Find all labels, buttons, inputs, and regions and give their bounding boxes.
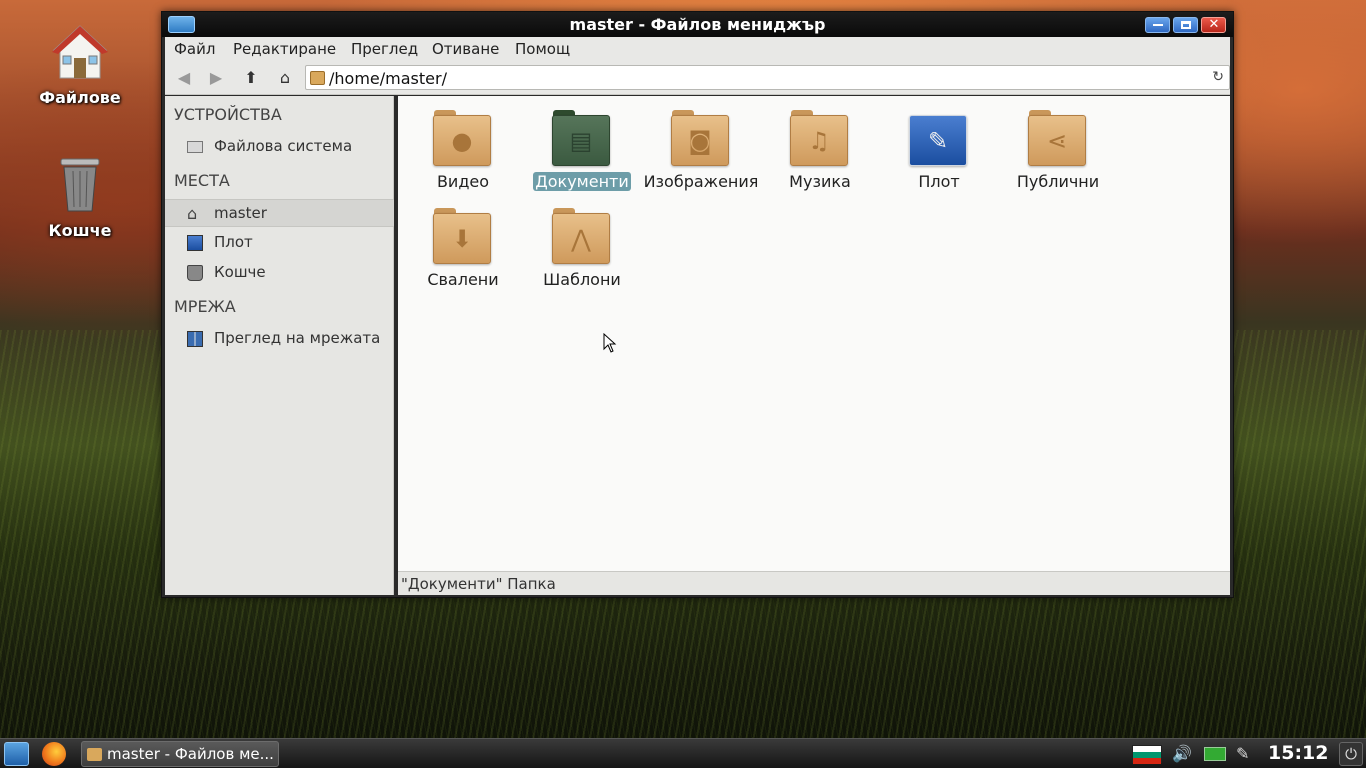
sidebar-item-label: Преглед на мрежата <box>214 329 381 347</box>
file-item-downloads[interactable]: ⬇ Свалени <box>403 206 523 302</box>
menubar: Файл Редактиране Преглед Отиване Помощ <box>165 37 1230 61</box>
menu-go[interactable]: Отиване <box>432 40 499 58</box>
file-item-label: Документи <box>533 172 631 191</box>
sidebar-header-places: МЕСТА <box>174 171 230 190</box>
network-tray-icon[interactable]: ✎ <box>1236 744 1249 763</box>
home-icon: ⌂ <box>279 68 291 87</box>
sidebar-header-devices: УСТРОЙСТВА <box>174 105 282 124</box>
statusbar: "Документи" Папка <box>398 571 1230 595</box>
file-item-public[interactable]: ⋖ Публични <box>998 108 1118 204</box>
sidebar-item-label: Кошче <box>214 263 266 281</box>
close-button[interactable]: ✕ <box>1201 17 1226 33</box>
folder-icon <box>310 71 325 85</box>
public-folder-icon: ⋖ <box>1028 110 1086 166</box>
file-item-templates[interactable]: ⋀ Шаблони <box>522 206 642 302</box>
maximize-button[interactable] <box>1173 17 1198 33</box>
trash-icon <box>187 265 203 281</box>
desktop-trash-icon[interactable]: Кошче <box>25 155 135 240</box>
sidebar-item-browse-network[interactable]: Преглед на мрежата <box>165 325 394 353</box>
trash-icon <box>60 158 100 212</box>
sidebar: УСТРОЙСТВА Файлова система МЕСТА ⌂ maste… <box>165 96 394 595</box>
music-folder-icon: ♫ <box>790 110 848 166</box>
file-item-documents[interactable]: ▤ Документи <box>522 108 642 204</box>
close-icon: ✕ <box>1208 17 1220 32</box>
up-button[interactable]: ⬆ <box>242 69 260 87</box>
forward-button[interactable]: ▶ <box>207 69 225 87</box>
mouse-cursor-icon <box>603 333 617 353</box>
reload-icon[interactable]: ↻ <box>1212 69 1224 85</box>
back-button[interactable]: ◀ <box>175 69 193 87</box>
home-button[interactable]: ⌂ <box>276 69 294 87</box>
sidebar-item-label: Файлова система <box>214 137 353 155</box>
maximize-icon <box>1181 21 1191 29</box>
taskbar: master - Файлов ме... 🔊 ✎ 15:12 ⏻ <box>0 738 1366 768</box>
video-folder-icon: ● <box>433 110 491 166</box>
location-bar[interactable]: /home/master/ ↻ <box>305 65 1230 90</box>
sidebar-item-trash[interactable]: Кошче <box>165 259 394 287</box>
pictures-folder-icon: ◙ <box>671 110 729 166</box>
sidebar-item-master[interactable]: ⌂ master <box>165 199 394 227</box>
toolbar: ◀ ▶ ⬆ ⌂ /home/master/ ↻ <box>165 61 1230 95</box>
window-title: master - Файлов мениджър <box>569 15 826 34</box>
clock[interactable]: 15:12 <box>1268 742 1328 764</box>
menu-help[interactable]: Помощ <box>515 40 570 58</box>
file-item-label: Свалени <box>427 270 499 289</box>
battery-icon[interactable] <box>1204 747 1226 761</box>
desktop-files-icon[interactable]: Файлове <box>25 24 135 107</box>
documents-folder-icon: ▤ <box>552 110 610 166</box>
location-path[interactable]: /home/master/ <box>329 69 447 88</box>
taskbar-task-file-manager[interactable]: master - Файлов ме... <box>81 741 279 767</box>
desktop-trash-label: Кошче <box>48 221 112 240</box>
templates-folder-icon: ⋀ <box>552 208 610 264</box>
downloads-folder-icon: ⬇ <box>433 208 491 264</box>
home-icon <box>52 25 108 79</box>
power-icon: ⏻ <box>1345 745 1357 763</box>
file-item-label: Плот <box>918 172 960 191</box>
drive-icon <box>187 141 203 153</box>
arrow-right-icon: ▶ <box>209 68 223 87</box>
file-item-label: Музика <box>789 172 851 191</box>
file-item-label-wrap: Документи <box>522 172 642 191</box>
firefox-launcher-icon[interactable] <box>42 742 66 766</box>
file-item-videos[interactable]: ● Видео <box>403 108 523 204</box>
window-titlebar[interactable]: master - Файлов мениджър ✕ <box>162 12 1233 37</box>
keyboard-layout-flag-icon[interactable] <box>1132 745 1162 764</box>
file-item-label: Изображения <box>643 172 759 191</box>
file-item-music[interactable]: ♫ Музика <box>760 108 880 204</box>
minimize-icon <box>1153 24 1163 26</box>
home-icon: ⌂ <box>187 204 198 223</box>
network-icon <box>187 331 203 347</box>
sidebar-item-filesystem[interactable]: Файлова система <box>165 133 394 161</box>
menu-file[interactable]: Файл <box>174 40 215 58</box>
file-manager-app-icon[interactable] <box>168 16 195 33</box>
arrow-left-icon: ◀ <box>177 68 191 87</box>
desktop-folder-icon: ✎ <box>909 110 967 166</box>
start-menu-button[interactable] <box>4 742 29 766</box>
sidebar-item-label: master <box>214 204 267 222</box>
file-item-desktop[interactable]: ✎ Плот <box>879 108 999 204</box>
sidebar-item-desktop[interactable]: Плот <box>165 229 394 257</box>
task-title: master - Файлов ме... <box>107 745 274 763</box>
sidebar-header-network: МРЕЖА <box>174 297 236 316</box>
file-item-label: Публични <box>1016 172 1100 191</box>
file-item-label: Шаблони <box>543 270 621 289</box>
minimize-button[interactable] <box>1145 17 1170 33</box>
file-view[interactable]: ● Видео ▤ Документи ◙ Изображения ♫ Музи… <box>398 96 1230 571</box>
volume-icon[interactable]: 🔊 <box>1172 744 1192 763</box>
folder-icon <box>87 748 102 761</box>
sidebar-item-label: Плот <box>214 233 253 251</box>
menu-view[interactable]: Преглед <box>351 40 418 58</box>
arrow-up-icon: ⬆ <box>244 68 258 87</box>
menu-edit[interactable]: Редактиране <box>233 40 336 58</box>
power-button[interactable]: ⏻ <box>1339 742 1363 766</box>
desktop-icon <box>187 235 203 251</box>
status-text: "Документи" Папка <box>401 575 556 593</box>
file-manager-window: master - Файлов мениджър ✕ Файл Редактир… <box>161 11 1234 598</box>
desktop-files-label: Файлове <box>39 88 121 107</box>
file-item-label: Видео <box>436 172 490 191</box>
file-item-pictures[interactable]: ◙ Изображения <box>641 108 761 204</box>
